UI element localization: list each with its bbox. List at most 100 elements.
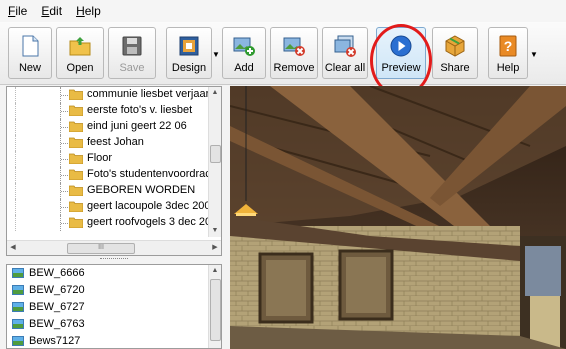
folder-icon [69,217,83,228]
image-list-items: BEW_6666 BEW_6720 BEW_6727 BEW_6763 Bews7127 [7,265,221,348]
tree-guide-line [15,119,16,135]
folder-tree-item[interactable]: Floor [7,151,211,167]
menu-bar: File Edit Help [0,0,566,22]
scroll-thumb-horizontal[interactable]: III [67,243,135,254]
folder-tree-list: communie liesbet verjaardag g eerste foto… [7,87,221,231]
image-file-name: BEW_6666 [29,267,85,279]
folder-name: geert roofvogels 3 dec 2007 [87,216,222,228]
folder-icon [69,201,83,212]
folder-tree-vertical-scrollbar[interactable]: ▲ ▼ [208,87,221,237]
folder-tree-item[interactable]: GEBOREN WORDEN [7,183,211,199]
save-floppy-icon [122,36,142,56]
tree-guide-line [15,199,16,215]
tree-branch-line [61,143,68,144]
design-button[interactable]: Design [166,27,212,79]
tree-branch-line [61,207,68,208]
design-icon [179,36,199,56]
tree-guide-line [15,167,16,183]
3d-preview-viewport[interactable] [230,86,566,349]
open-button[interactable]: Open [56,27,104,79]
tree-branch-line [61,175,68,176]
remove-button[interactable]: Remove [270,27,318,79]
svg-text:?: ? [504,38,513,54]
folder-tree-horizontal-scrollbar[interactable]: ◀ III ▶ [7,240,221,255]
folder-name: Floor [87,152,113,164]
image-file-icon [12,268,24,278]
tree-branch-line [61,223,68,224]
folder-tree-item[interactable]: geert roofvogels 3 dec 2007 [7,215,221,231]
scroll-up-arrow-icon[interactable]: ▲ [209,87,221,99]
image-list-item[interactable]: BEW_6763 [7,316,221,333]
folder-name: GEBOREN WORDEN [87,184,196,196]
menu-help[interactable]: Help [68,4,107,18]
help-button[interactable]: ? Help [488,27,528,79]
add-photo-icon [233,37,255,56]
help-dropdown-icon[interactable]: ▼ [530,51,538,59]
folder-tree-item[interactable]: feest Johan [7,135,211,151]
folder-tree-item[interactable]: eerste foto's v. liesbet [7,103,211,119]
tree-branch-line [61,95,68,96]
image-file-name: BEW_6763 [29,318,85,330]
folder-name: eind juni geert 22 06 [87,120,187,132]
folder-icon [69,169,83,180]
folder-name: eerste foto's v. liesbet [87,104,193,116]
folder-icon [69,121,83,132]
open-folder-icon [69,37,91,56]
clear-all-icon [334,35,356,57]
folder-icon [69,153,83,164]
tree-guide-line [15,183,16,199]
folder-icon [69,89,83,100]
image-list-item[interactable]: Bews7127 [7,333,221,348]
image-list-item[interactable]: BEW_6720 [7,282,221,299]
tree-guide-line [15,87,16,103]
folder-tree: communie liesbet verjaardag g eerste foto… [6,86,222,256]
tree-guide-line [15,135,16,151]
clear-all-button[interactable]: Clear all [322,27,368,79]
save-button[interactable]: Save [108,27,156,79]
image-file-icon [12,285,24,295]
panel-splitter[interactable] [100,258,128,263]
scroll-up-arrow-icon[interactable]: ▲ [209,265,221,277]
folder-tree-item[interactable]: Foto's studentenvoordracht [7,167,220,183]
scroll-down-arrow-icon[interactable]: ▼ [209,225,221,237]
folder-name: geert lacoupole 3dec 2007 [87,200,217,212]
toolbar: New Open Save Design ▼ Add Remove Clear … [0,22,566,85]
image-list-item[interactable]: BEW_6727 [7,299,221,316]
image-list-scrollbar[interactable]: ▲ [208,265,221,348]
menu-edit[interactable]: Edit [33,4,68,18]
image-file-icon [12,319,24,329]
folder-name: Foto's studentenvoordracht [87,168,220,180]
new-button[interactable]: New [8,27,52,79]
tree-guide-line [15,103,16,119]
image-file-name: BEW_6727 [29,301,85,313]
image-file-name: BEW_6720 [29,284,85,296]
image-file-name: Bews7127 [29,335,81,347]
folder-tree-item[interactable]: communie liesbet verjaardag g [7,87,221,103]
scroll-thumb[interactable] [210,279,221,341]
preview-scene [230,86,566,349]
image-file-icon [12,302,24,312]
scroll-left-arrow-icon[interactable]: ◀ [7,241,19,255]
preview-button[interactable]: Preview [376,27,426,79]
folder-icon [69,137,83,148]
folder-icon [69,185,83,196]
tree-branch-line [61,111,68,112]
remove-photo-icon [283,37,305,56]
folder-icon [69,105,83,116]
image-list: BEW_6666 BEW_6720 BEW_6727 BEW_6763 Bews7127… [6,264,222,349]
menu-file[interactable]: File [0,4,33,18]
tree-branch-line [61,191,68,192]
tree-branch-line [61,159,68,160]
add-button[interactable]: Add [222,27,266,79]
share-button[interactable]: Share [432,27,478,79]
folder-tree-item[interactable]: geert lacoupole 3dec 2007 [7,199,217,215]
scroll-right-arrow-icon[interactable]: ▶ [209,241,221,255]
preview-play-icon [390,35,412,57]
folder-tree-item[interactable]: eind juni geert 22 06 [7,119,211,135]
tree-guide-line [15,215,16,231]
tree-branch-line [61,127,68,128]
design-dropdown-icon[interactable]: ▼ [212,51,220,59]
folder-name: communie liesbet verjaardag g [87,88,222,100]
image-list-item[interactable]: BEW_6666 [7,265,221,282]
scroll-thumb[interactable] [210,145,221,163]
